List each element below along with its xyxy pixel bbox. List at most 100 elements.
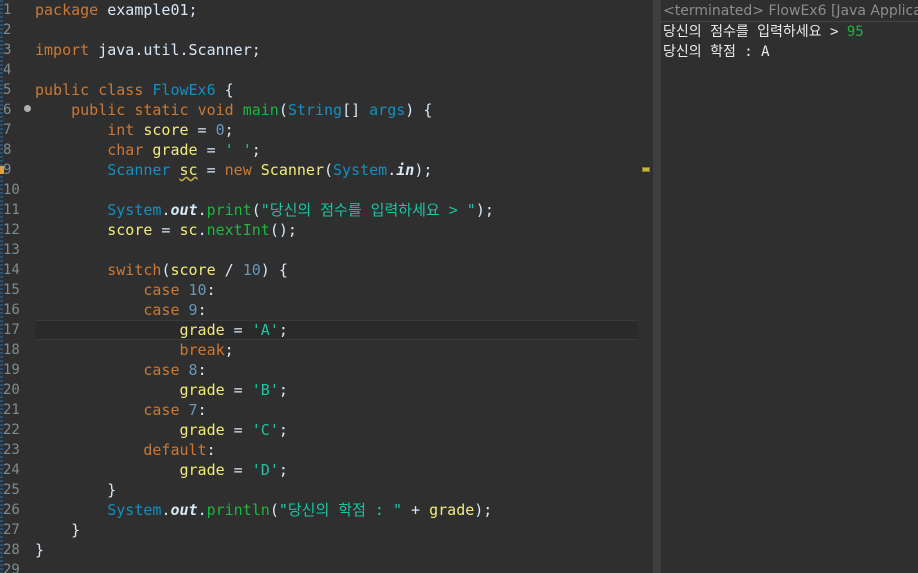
code-area[interactable]: package example01; import java.util.Scann…: [35, 0, 638, 573]
code-line[interactable]: case 10:: [35, 280, 215, 300]
code-token: main: [242, 101, 279, 119]
line-number: 28: [3, 542, 20, 558]
code-line[interactable]: System.out.println("당신의 학점 : " + grade);: [35, 500, 492, 520]
code-line[interactable]: grade = 'B';: [35, 380, 288, 400]
line-number: 11: [3, 202, 20, 218]
code-token: ) {: [405, 101, 433, 119]
code-line[interactable]: char grade = ' ';: [35, 140, 261, 160]
code-line[interactable]: }: [35, 540, 44, 560]
code-line[interactable]: Scanner sc = new Scanner(System.in);: [35, 160, 432, 180]
code-line[interactable]: grade = 'A';: [35, 320, 288, 340]
overview-ruler[interactable]: [638, 0, 653, 573]
code-line[interactable]: grade = 'C';: [35, 420, 288, 440]
warning-marker-icon[interactable]: [0, 166, 4, 174]
code-token: ;: [278, 421, 288, 439]
code-token: =: [224, 421, 252, 439]
code-token: score: [143, 121, 189, 139]
code-token: 'B': [251, 381, 279, 399]
code-token: args: [369, 101, 406, 119]
code-token: grade: [179, 381, 225, 399]
code-token: =: [197, 161, 225, 179]
code-line[interactable]: package example01;: [35, 0, 198, 20]
code-line[interactable]: case 9:: [35, 300, 206, 320]
code-token: public: [35, 81, 90, 99]
code-token: ;: [224, 341, 234, 359]
code-line[interactable]: }: [35, 520, 80, 540]
code-line[interactable]: int score = 0;: [35, 120, 234, 140]
line-number: 10: [3, 182, 20, 198]
line-number: 18: [3, 342, 20, 358]
code-line[interactable]: }: [35, 480, 116, 500]
line-number: 23: [3, 442, 20, 458]
code-line[interactable]: default:: [35, 440, 216, 460]
code-editor[interactable]: 1 2 3 4 5 6 7 8 9 10 11 12 13 14 15 16 17 18 19 20 21 22 23 24 2…: [0, 0, 653, 573]
code-token: 0: [215, 121, 225, 139]
code-token: char: [107, 141, 144, 159]
code-token: =: [152, 221, 180, 239]
code-token: .: [197, 221, 207, 239]
code-line[interactable]: score = sc.nextInt();: [35, 220, 297, 240]
code-token: score: [107, 221, 153, 239]
code-token: int: [107, 121, 135, 139]
code-token: 7: [188, 401, 198, 419]
code-token: void: [197, 101, 234, 119]
code-token: /: [215, 261, 243, 279]
code-token: ;: [224, 121, 234, 139]
code-token: in: [396, 161, 415, 179]
line-number: 14: [3, 262, 20, 278]
code-token: package: [35, 1, 99, 19]
line-number-gutter[interactable]: 1 2 3 4 5 6 7 8 9 10 11 12 13 14 15 16 17 18 19 20 21 22 23 24 2…: [0, 0, 33, 573]
code-token: (: [251, 201, 261, 219]
code-token: score: [170, 261, 216, 279]
code-token: 10: [188, 281, 207, 299]
code-token: ();: [269, 221, 297, 239]
code-line[interactable]: grade = 'D';: [35, 460, 288, 480]
code-line[interactable]: System.out.print("당신의 점수를 입력하세요 > ");: [35, 200, 494, 220]
code-token: (: [269, 501, 279, 519]
line-number: 2: [3, 22, 12, 38]
code-token: System: [107, 201, 162, 219]
code-token: out: [170, 501, 198, 519]
code-token: (: [278, 101, 288, 119]
console-output-text: 당신의 점수를 입력하세요 >: [663, 24, 847, 40]
code-token: .: [197, 201, 207, 219]
code-token: "당신의 점수를 입력하세요 > ": [260, 201, 476, 219]
code-token: Scanner: [107, 161, 171, 179]
code-line[interactable]: case 8:: [35, 360, 206, 380]
console-user-input: 95: [846, 24, 864, 40]
code-token: break: [179, 341, 225, 359]
warning-overview-marker[interactable]: [642, 167, 650, 172]
code-token: :: [206, 441, 216, 459]
line-number: 6: [3, 102, 12, 118]
line-number: 25: [3, 482, 20, 498]
code-token: sc: [179, 161, 198, 179]
code-token: );: [475, 201, 494, 219]
code-token: +: [402, 501, 430, 519]
collapse-toggle-icon[interactable]: [24, 105, 31, 112]
code-token: static: [134, 101, 189, 119]
code-line[interactable]: public class FlowEx6 {: [35, 80, 234, 100]
code-line[interactable]: public static void main(String[] args) {: [35, 100, 432, 120]
code-token: grade: [179, 321, 225, 339]
code-token: Scanner: [260, 161, 324, 179]
code-line[interactable]: import java.util.Scanner;: [35, 40, 261, 60]
code-token: new: [224, 161, 252, 179]
code-token: }: [35, 481, 117, 499]
code-line[interactable]: switch(score / 10) {: [35, 260, 288, 280]
console-view[interactable]: <terminated> FlowEx6 [Java Application] …: [661, 0, 918, 573]
code-token: .: [387, 161, 397, 179]
code-token: =: [224, 321, 252, 339]
pane-divider[interactable]: [653, 0, 661, 573]
code-line[interactable]: case 7:: [35, 400, 206, 420]
code-token: ;: [278, 381, 288, 399]
code-token: =: [224, 381, 252, 399]
code-line[interactable]: break;: [35, 340, 234, 360]
